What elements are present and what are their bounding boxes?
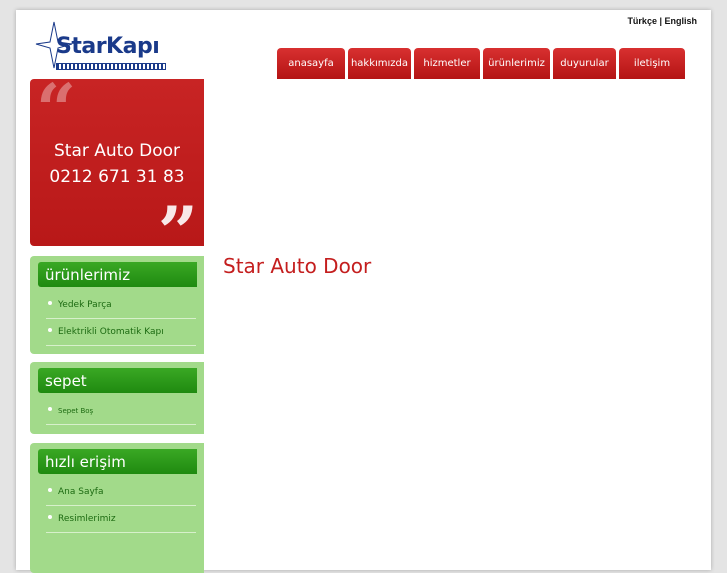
contact-quote-box: “ Star Auto Door 0212 671 31 83 ” [30,75,204,268]
nav-iletisim[interactable]: iletişim [619,48,685,79]
nav-urunlerimiz[interactable]: ürünlerimiz [483,48,550,79]
bullet-icon [48,515,52,519]
products-list: Yedek Parça Elektrikli Otomatik Kapı [46,292,196,346]
product-item-yedek-parca[interactable]: Yedek Parça [46,292,196,319]
products-panel-title: ürünlerimiz [38,262,197,287]
list-item-label: Resimlerimiz [58,514,116,524]
quick-access-list: Ana Sayfa Resimlerimiz [46,479,196,533]
list-item-label: Elektrikli Otomatik Kapı [58,327,164,337]
quick-item-resimlerimiz[interactable]: Resimlerimiz [46,506,196,533]
quick-item-ana-sayfa[interactable]: Ana Sayfa [46,479,196,506]
bullet-icon [48,407,52,411]
open-quote-icon: “ [36,68,77,151]
quick-access-panel: hızlı erişim Ana Sayfa Resimlerimiz [30,443,204,573]
lang-turkish-link[interactable]: Türkçe [627,16,657,26]
page-container: Türkçe | English StarKapı anasayfa hakkı… [16,10,711,573]
products-panel: ürünlerimiz Yedek Parça Elektrikli Otoma… [30,256,204,354]
cart-panel-title: sepet [38,368,197,393]
quick-access-title: hızlı erişim [38,449,197,474]
nav-hakkimizda[interactable]: hakkımızda [348,48,411,79]
page-title: Star Auto Door [223,254,372,278]
main-navigation: anasayfa hakkımızda hizmetler ürünlerimi… [277,48,688,79]
list-item-label: Yedek Parça [58,300,112,310]
language-switcher: Türkçe | English [627,16,697,26]
cart-empty-item: Sepet Boş [46,398,196,425]
bullet-icon [48,301,52,305]
bullet-icon [48,328,52,332]
site-logo[interactable]: StarKapı [34,20,174,75]
nav-anasayfa[interactable]: anasayfa [277,48,345,79]
nav-duyurular[interactable]: duyurular [553,48,616,79]
quote-company-name: Star Auto Door [53,141,181,161]
nav-hizmetler[interactable]: hizmetler [414,48,480,79]
cart-panel: sepet Sepet Boş [30,362,204,434]
list-item-label: Sepet Boş [58,407,94,415]
product-item-elektrikli-kapi[interactable]: Elektrikli Otomatik Kapı [46,319,196,346]
lang-english-link[interactable]: English [664,16,697,26]
quote-text: Star Auto Door 0212 671 31 83 [30,138,204,190]
cart-list: Sepet Boş [46,398,196,425]
quote-phone: 0212 671 31 83 [49,167,185,187]
bullet-icon [48,488,52,492]
list-item-label: Ana Sayfa [58,487,104,497]
logo-text: StarKapı [56,34,160,59]
